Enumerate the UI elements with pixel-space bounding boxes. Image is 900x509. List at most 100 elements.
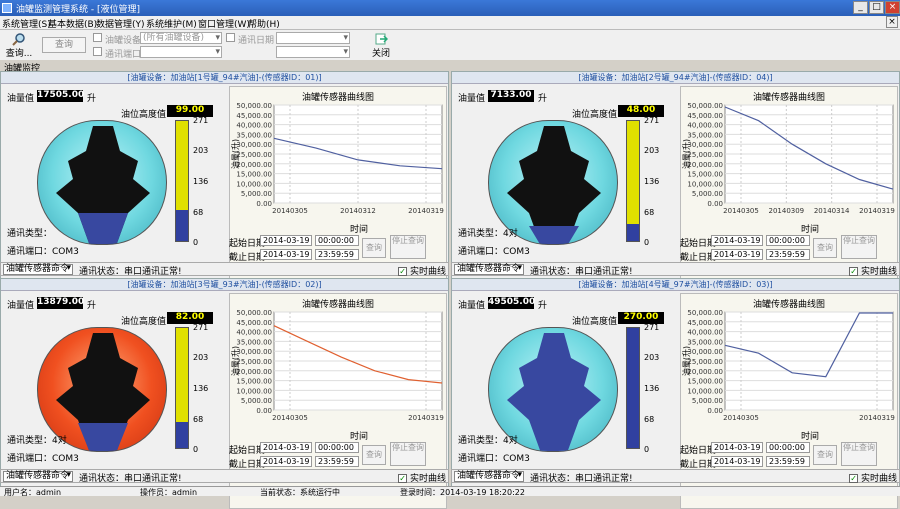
oil-value: 7133.00 [488,90,534,102]
start-time-picker[interactable]: 00:00:00 [766,235,810,246]
y-tick-label: 35,000.00 [687,338,723,346]
x-tick-label: 20140305 [272,414,308,422]
end-time-picker[interactable]: 23:59:59 [766,249,810,260]
comm-status: 通讯状态：串口通讯正常! [79,474,182,484]
end-date-picker[interactable]: 2014-03-19 [711,249,763,260]
oil-value: 17505.00 [37,90,85,102]
sensor-command-select[interactable]: 油罐传感器命令 [454,471,524,482]
panel-query-button[interactable]: 查询 [813,238,837,258]
x-tick-label: 20140319 [408,207,444,215]
panel-stop-button[interactable]: 停止查询 [390,235,426,259]
menu-help[interactable]: 帮助(H) [248,17,280,30]
level-label: 油位高度值 [121,110,167,120]
menu-data-mgmt[interactable]: 数据管理(Y) [96,17,145,30]
y-axis-label: 油量(升) [681,346,691,376]
y-tick-label: 25,000.00 [236,358,272,366]
status-login-time: 登录时间：2014-03-19 18:20:22 [400,488,525,497]
minimize-button[interactable]: _ [853,1,868,14]
device-select[interactable]: (所有油罐设备) [140,32,222,44]
sensor-command-select[interactable]: 油罐传感器命令 [454,264,524,275]
start-date-picker[interactable]: 2014-03-19 [711,235,763,246]
level-scale [175,327,189,449]
exit-icon [375,33,388,45]
tank-fill-shape [56,126,150,244]
end-time-picker[interactable]: 23:59:59 [766,456,810,467]
end-date-picker[interactable]: 2014-03-19 [260,456,312,467]
end-time-picker[interactable]: 23:59:59 [315,249,359,260]
start-date-picker[interactable]: 2014-03-19 [260,442,312,453]
y-tick-label: 45,000.00 [236,319,272,327]
panel-query-button[interactable]: 查询 [813,445,837,465]
y-tick-label: 30,000.00 [687,141,723,149]
start-time-picker[interactable]: 00:00:00 [315,442,359,453]
y-tick-label: 35,000.00 [687,131,723,139]
tank-panel-4: [油罐设备：加油站[4号罐_97#汽油]-(传感器ID：03)] 油量值 495… [451,278,900,509]
oil-value: 49505.00 [488,297,536,309]
unit-label: 升 [87,94,97,104]
x-tick-label: 20140314 [814,207,850,215]
comm-type-label: 通讯类型：4对 [7,436,67,446]
panel-stop-button[interactable]: 停止查询 [390,442,426,466]
comm-port-info: 通讯端口：COM3 [7,454,79,464]
panel-stop-button[interactable]: 停止查询 [841,235,877,259]
tank-panel-1: [油罐设备：加油站[1号罐_94#汽油]-(传感器ID：01)] 油量值 175… [0,71,449,302]
query-button[interactable]: 查询 [42,37,86,53]
tank-panel-2: [油罐设备：加油站[2号罐_94#汽油]-(传感器ID：04)] 油量值 713… [451,71,900,302]
scale-ticks: 271 203 136 68 0 [644,116,660,247]
realtime-curve-checkbox[interactable]: ✓ 实时曲线 [398,471,446,484]
end-time-picker[interactable]: 23:59:59 [315,456,359,467]
x-axis-label: 时间 [350,432,369,442]
y-tick-label: 5,000.00 [692,190,723,198]
x-tick-label: 20140319 [859,207,895,215]
start-time-picker[interactable]: 00:00:00 [315,235,359,246]
end-date-picker[interactable]: 2014-03-19 [260,249,312,260]
realtime-curve-checkbox[interactable]: ✓ 实时曲线 [849,471,897,484]
sensor-command-select[interactable]: 油罐传感器命令 [3,264,73,275]
start-time-picker[interactable]: 00:00:00 [766,442,810,453]
y-tick-label: 30,000.00 [236,348,272,356]
query-tool-button[interactable]: 查询... [4,32,34,59]
oil-value-label: 油量值 [458,301,486,311]
menu-window[interactable]: 窗口管理(W) [198,17,250,30]
realtime-curve-checkbox[interactable]: ✓ 实时曲线 [398,264,446,277]
title-bar: 油罐监测管理系统 - [液位管理] _ □ × [0,0,900,16]
mdi-close-icon[interactable]: × [886,16,898,28]
maximize-button[interactable]: □ [869,1,884,14]
y-tick-label: 20,000.00 [687,161,723,169]
comm-type-label: 通讯类型： [7,229,53,239]
close-tool-button[interactable]: 关闭 [368,32,394,59]
level-label: 油位高度值 [121,317,167,327]
comm-time-select-2[interactable] [276,46,350,58]
y-tick-label: 25,000.00 [687,358,723,366]
tank-device-checkbox[interactable] [93,33,102,42]
end-date-picker[interactable]: 2014-03-19 [711,456,763,467]
y-tick-label: 15,000.00 [236,378,272,386]
query-tool-label: 查询... [5,49,33,59]
y-tick-label: 15,000.00 [236,171,272,179]
toolbar: 查询... 查询 油罐设备 (所有油罐设备) 通讯端口 通讯日期 关闭 [0,30,900,60]
comm-port-checkbox[interactable] [93,47,102,56]
menu-basic-data[interactable]: 基本数据(B) [48,17,97,30]
realtime-curve-checkbox[interactable]: ✓ 实时曲线 [849,264,897,277]
panel-query-button[interactable]: 查询 [362,445,386,465]
y-tick-label: 45,000.00 [687,112,723,120]
sensor-command-select[interactable]: 油罐传感器命令 [3,471,73,482]
comm-time-select[interactable] [276,32,350,44]
panel-query-button[interactable]: 查询 [362,238,386,258]
y-tick-label: 15,000.00 [687,378,723,386]
comm-port-select[interactable] [140,46,222,58]
menu-maintenance[interactable]: 系统维护(M) [146,17,197,30]
y-tick-label: 10,000.00 [687,387,723,395]
close-button[interactable]: × [885,1,900,14]
oil-value-label: 油量值 [7,94,35,104]
y-tick-label: 5,000.00 [692,397,723,405]
comm-port-info: 通讯端口：COM3 [458,247,530,257]
panel-stop-button[interactable]: 停止查询 [841,442,877,466]
comm-time-checkbox[interactable] [226,33,235,42]
menu-system[interactable]: 系统管理(S) [2,17,51,30]
menu-bar: 系统管理(S) 基本数据(B) 数据管理(Y) 系统维护(M) 窗口管理(W) … [0,16,900,30]
start-date-picker[interactable]: 2014-03-19 [260,235,312,246]
y-tick-label: 50,000.00 [236,102,272,110]
comm-status: 通讯状态：串口通讯正常! [79,267,182,277]
start-date-picker[interactable]: 2014-03-19 [711,442,763,453]
